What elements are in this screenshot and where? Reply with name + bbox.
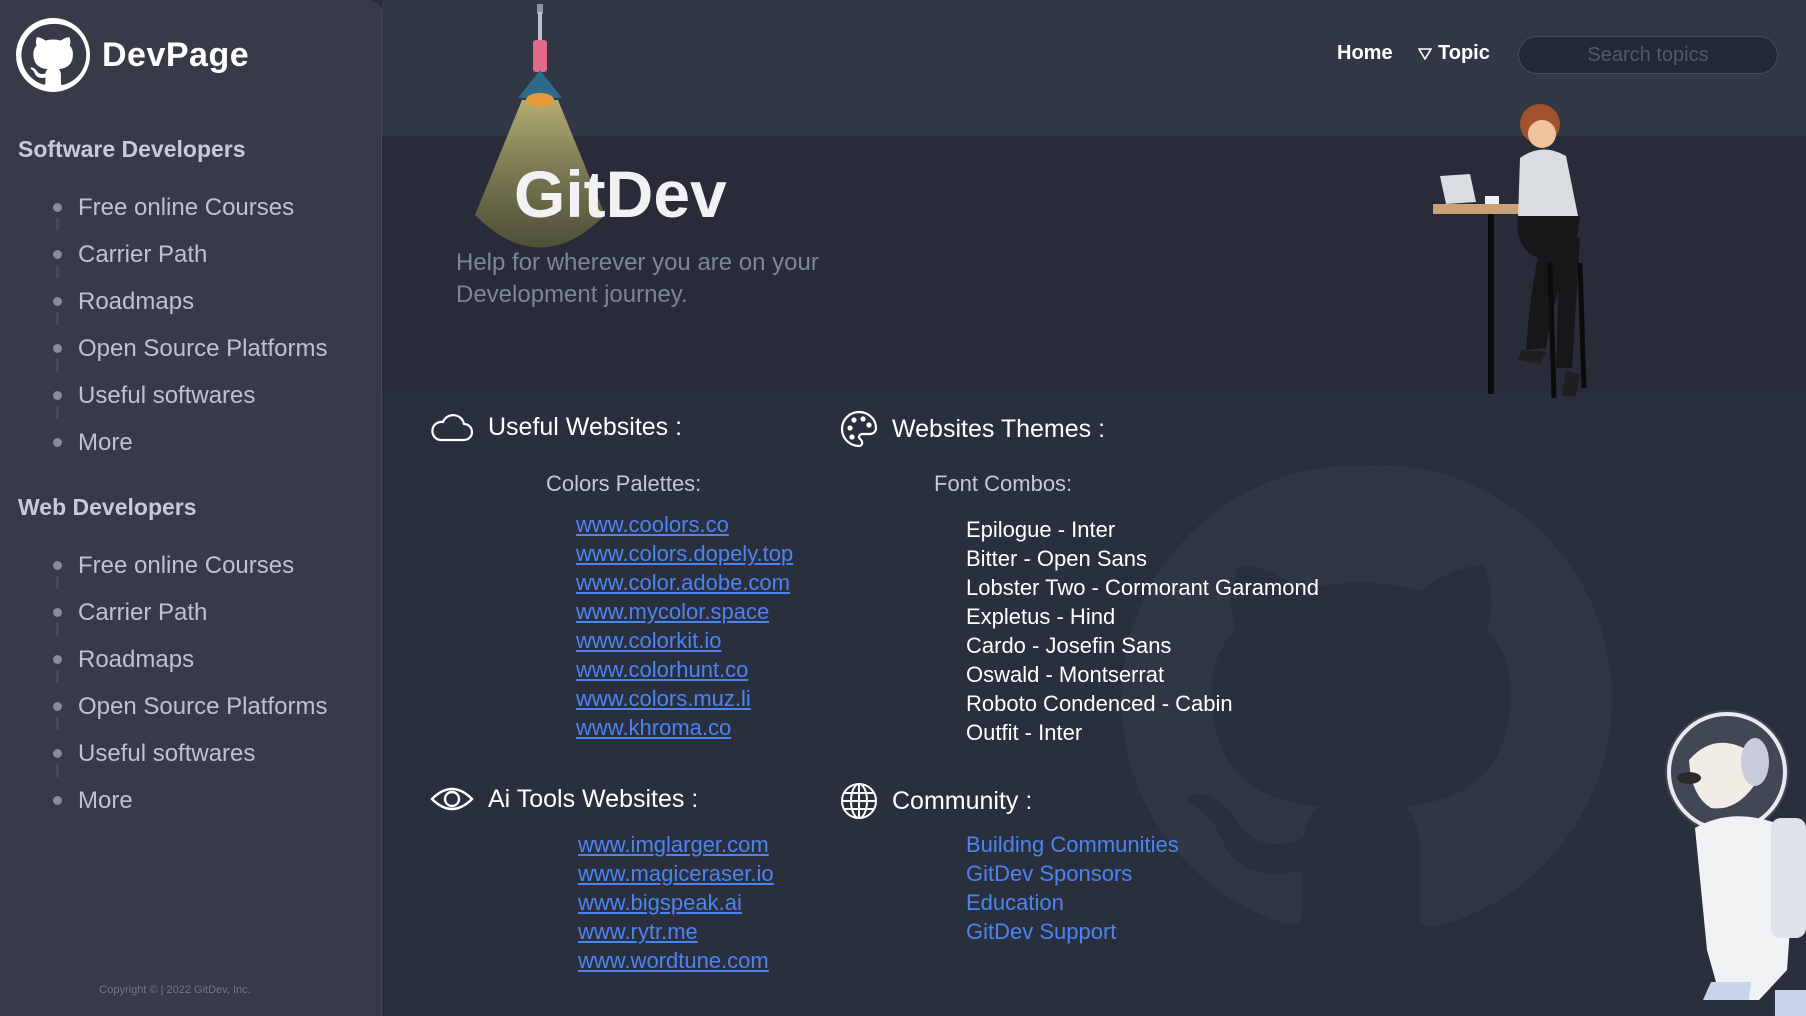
github-logo-icon: [16, 18, 90, 92]
link-bigspeak[interactable]: www.bigspeak.ai: [578, 890, 742, 915]
sidebar-item-useful-softwares[interactable]: Useful softwares: [0, 359, 327, 419]
sidebar-item-roadmaps[interactable]: Roadmaps: [0, 265, 327, 325]
brand-name: DevPage: [102, 35, 250, 74]
font-combos-list: Epilogue - Inter Bitter - Open Sans Lobs…: [966, 515, 1319, 747]
font-combo-item: Oswald - Montserrat: [966, 662, 1165, 687]
sidebar-item-more[interactable]: More: [0, 764, 327, 824]
hero-subtitle: Help for wherever you are on your Develo…: [456, 249, 819, 308]
hero-title: GitDev: [514, 157, 727, 231]
link-colorhunt[interactable]: www.colorhunt.co: [576, 657, 748, 682]
link-colors-muz-li[interactable]: www.colors.muz.li: [576, 686, 751, 711]
font-combo-item: Roboto Condenced - Cabin: [966, 691, 1233, 716]
nav-home-link[interactable]: Home: [1337, 42, 1393, 65]
sidebar-item-open-source-platforms[interactable]: Open Source Platforms: [0, 312, 327, 372]
astronaut-dog-illustration: [1665, 710, 1806, 1016]
community-title: Community :: [892, 786, 1033, 815]
software-developers-list: Free online Courses Carrier Path Roadmap…: [0, 184, 327, 466]
useful-websites-heading: Useful Websites :: [430, 410, 682, 444]
link-mycolor-space[interactable]: www.mycolor.space: [576, 599, 769, 624]
link-education[interactable]: Education: [966, 890, 1064, 915]
font-combo-item: Cardo - Josefin Sans: [966, 633, 1172, 658]
nav-topic-dropdown[interactable]: Topic: [1418, 42, 1490, 65]
ai-tools-title: Ai Tools Websites :: [488, 784, 699, 813]
ai-tools-heading: Ai Tools Websites :: [430, 784, 698, 814]
link-gitdev-sponsors[interactable]: GitDev Sponsors: [966, 861, 1132, 886]
link-building-communities[interactable]: Building Communities: [966, 832, 1179, 857]
section-title-web-developers: Web Developers: [18, 494, 197, 520]
color-palette-links: www.coolors.co www.colors.dopely.top www…: [576, 510, 793, 742]
triangle-down-icon: [1418, 47, 1432, 60]
link-colorkit[interactable]: www.colorkit.io: [576, 628, 721, 653]
sidebar-item-useful-softwares[interactable]: Useful softwares: [0, 717, 327, 777]
link-imglarger[interactable]: www.imglarger.com: [578, 832, 769, 857]
palette-icon: [840, 410, 878, 448]
colors-palettes-subtitle: Colors Palettes:: [546, 471, 702, 496]
link-coolors[interactable]: www.coolors.co: [576, 512, 729, 537]
link-gitdev-support[interactable]: GitDev Support: [966, 919, 1116, 944]
nav-topic-label: Topic: [1438, 42, 1490, 64]
eye-icon: [430, 787, 474, 811]
link-color-adobe[interactable]: www.color.adobe.com: [576, 570, 790, 595]
sidebar-item-open-source-platforms[interactable]: Open Source Platforms: [0, 670, 327, 730]
sidebar-item-more[interactable]: More: [0, 406, 327, 466]
link-magiceraser[interactable]: www.magiceraser.io: [578, 861, 774, 886]
sidebar-item-roadmaps[interactable]: Roadmaps: [0, 623, 327, 683]
globe-icon: [841, 783, 877, 819]
woman-laptop-illustration: [1433, 104, 1587, 399]
search-input[interactable]: [1518, 36, 1778, 74]
link-wordtune[interactable]: www.wordtune.com: [578, 948, 769, 973]
brand[interactable]: DevPage: [16, 18, 249, 92]
sidebar-item-carrier-path[interactable]: Carrier Path: [0, 218, 327, 278]
web-developers-list: Free online Courses Carrier Path Roadmap…: [0, 542, 327, 824]
link-colors-dopely[interactable]: www.colors.dopely.top: [576, 541, 793, 566]
cloud-icon: [431, 414, 474, 442]
sidebar-item-free-online-courses[interactable]: Free online Courses: [0, 542, 327, 589]
community-heading: Community :: [840, 782, 1032, 820]
font-combos-subtitle: Font Combos:: [934, 471, 1073, 496]
sidebar-item-free-online-courses[interactable]: Free online Courses: [0, 184, 327, 231]
font-combo-item: Outfit - Inter: [966, 720, 1083, 745]
copyright: Copyright © | 2022 GitDev, Inc.: [99, 984, 251, 996]
font-combo-item: Epilogue - Inter: [966, 517, 1116, 542]
font-combo-item: Expletus - Hind: [966, 604, 1116, 629]
font-combo-item: Lobster Two - Cormorant Garamond: [966, 575, 1319, 600]
section-title-software-developers: Software Developers: [18, 136, 246, 162]
sidebar-item-carrier-path[interactable]: Carrier Path: [0, 576, 327, 636]
sidebar: DevPage Software Developers Free online …: [0, 0, 382, 1016]
link-khroma[interactable]: www.khroma.co: [576, 715, 731, 740]
ai-tools-links: www.imglarger.com www.magiceraser.io www…: [578, 830, 774, 975]
useful-websites-title: Useful Websites :: [488, 412, 683, 441]
font-combo-item: Bitter - Open Sans: [966, 546, 1147, 571]
websites-themes-heading: Websites Themes :: [840, 410, 1105, 448]
community-links: Building Communities GitDev Sponsors Edu…: [966, 830, 1179, 946]
websites-themes-title: Websites Themes :: [892, 414, 1106, 443]
link-rytr[interactable]: www.rytr.me: [578, 919, 698, 944]
